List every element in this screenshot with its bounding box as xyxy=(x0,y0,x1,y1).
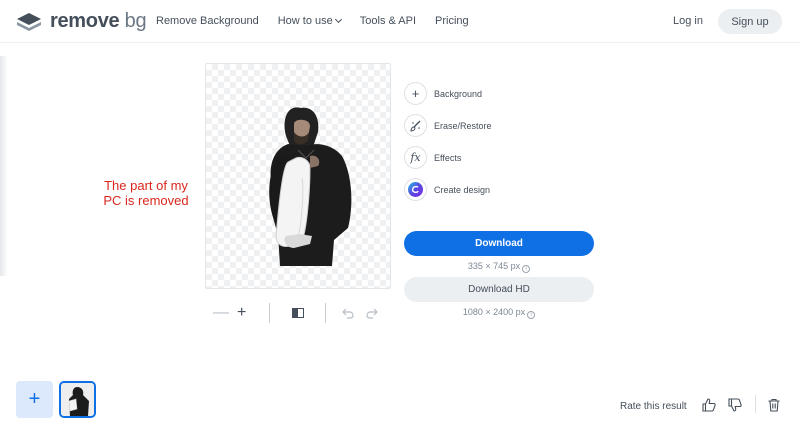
download-size-text: 335 × 745 px xyxy=(467,261,521,271)
trash-icon[interactable] xyxy=(767,398,781,412)
logo-icon xyxy=(17,12,41,31)
zoom-out-icon[interactable]: — xyxy=(213,305,229,321)
cutout-person-image xyxy=(269,107,352,266)
redo-icon[interactable] xyxy=(366,307,378,319)
login-link[interactable]: Log in xyxy=(673,15,703,27)
nav-pricing[interactable]: Pricing xyxy=(435,15,469,27)
option-erase-restore[interactable]: Erase/Restore xyxy=(404,114,492,137)
download-size: 335 × 745 px i xyxy=(404,261,594,273)
annotation-line-2: PC is removed xyxy=(103,193,189,208)
info-icon[interactable]: i xyxy=(522,265,531,273)
signup-button[interactable]: Sign up xyxy=(718,9,782,34)
option-effects-label: Effects xyxy=(434,152,462,163)
rate-result-label: Rate this result xyxy=(620,401,687,412)
nav-tools-api[interactable]: Tools & API xyxy=(360,15,416,27)
logo-text-main: remove xyxy=(50,10,120,32)
toolbar-divider xyxy=(269,303,270,323)
option-background[interactable]: + Background xyxy=(404,82,482,105)
download-hd-button[interactable]: Download HD xyxy=(404,277,594,302)
main-nav: Remove Background How to use Tools & API… xyxy=(156,15,469,27)
annotation-line-1: The part of my xyxy=(104,178,188,193)
add-image-button[interactable]: + xyxy=(16,381,53,418)
nav-remove-background[interactable]: Remove Background xyxy=(156,15,259,27)
brush-icon xyxy=(404,114,427,137)
download-button[interactable]: Download xyxy=(404,231,594,256)
plus-icon: + xyxy=(404,82,427,105)
compare-icon[interactable] xyxy=(292,308,304,318)
footer-divider xyxy=(755,395,756,413)
left-edge-shadow xyxy=(0,56,8,276)
option-background-label: Background xyxy=(434,88,483,99)
zoom-in-icon[interactable]: + xyxy=(237,305,246,321)
download-hd-size: 1080 × 2400 px i xyxy=(404,307,594,319)
preview-toolbar: — + xyxy=(205,303,391,325)
logo[interactable]: remove bg xyxy=(16,10,147,33)
undo-icon[interactable] xyxy=(342,307,354,319)
top-nav-bar: remove bg Remove Background How to use T… xyxy=(0,0,800,43)
option-create-design-label: Create design xyxy=(434,184,491,195)
chevron-down-icon xyxy=(334,15,342,24)
image-thumbnail[interactable] xyxy=(59,381,96,418)
result-image-preview xyxy=(205,63,391,289)
canva-icon xyxy=(404,178,427,201)
option-erase-restore-label: Erase/Restore xyxy=(434,120,492,131)
info-icon[interactable]: i xyxy=(527,311,536,319)
thumbs-down-icon[interactable] xyxy=(728,398,742,412)
download-hd-size-text: 1080 × 2400 px xyxy=(462,307,526,317)
thumbnail-image xyxy=(61,383,94,416)
toolbar-divider xyxy=(325,303,326,323)
option-effects[interactable]: fx Effects xyxy=(404,146,461,169)
nav-how-to-use[interactable]: How to use xyxy=(277,15,342,27)
nav-how-to-use-label: How to use xyxy=(277,15,333,27)
red-annotation: The part of my PC is removed xyxy=(96,178,196,208)
logo-text-bg: bg xyxy=(124,10,147,32)
option-create-design[interactable]: Create design xyxy=(404,178,490,201)
fx-icon: fx xyxy=(404,146,427,169)
thumbs-up-icon[interactable] xyxy=(702,398,716,412)
